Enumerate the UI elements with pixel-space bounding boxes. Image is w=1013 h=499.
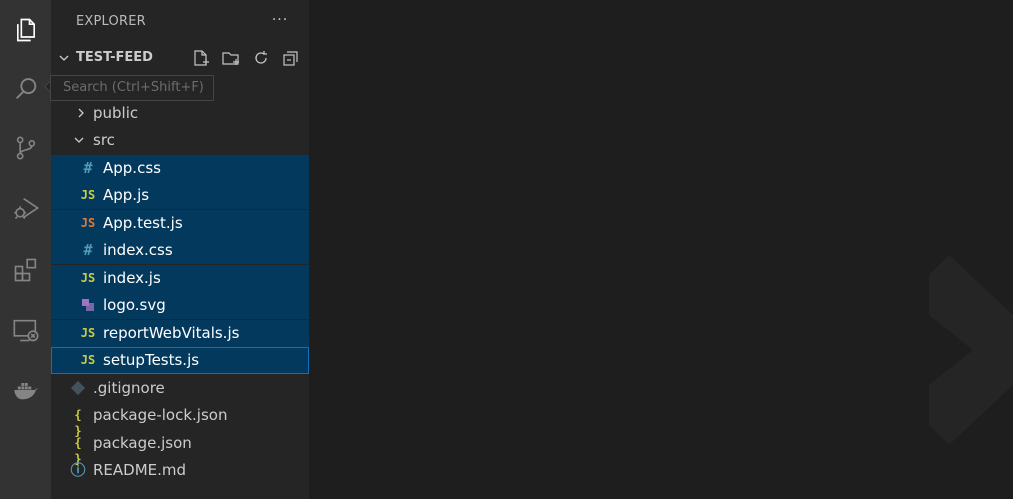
vscode-watermark-icon [929,255,1013,445]
editor-area[interactable] [309,0,1013,499]
tree-item-app-css[interactable]: # App.css [51,155,309,182]
extensions-icon[interactable] [0,246,51,294]
tree-item-label: package-lock.json [93,406,228,424]
tree-item-package-json[interactable]: { } package.json [51,430,309,466]
js-test-file-icon: JS [80,216,96,230]
json-file-icon: { } [74,408,82,438]
tree-item-label: index.js [103,269,161,287]
more-actions-label: ··· [271,12,289,28]
tree-item-index-js[interactable]: JS index.js [51,265,309,292]
json-file-icon: { } [74,436,82,466]
tree-item-label: index.css [103,241,173,259]
chevron-down-icon [74,137,84,143]
tree-item-label: src [93,131,115,149]
tree-item-label: package.json [93,434,192,452]
css-file-icon: # [83,241,93,259]
chevron-right-icon [78,108,84,118]
info-icon: ⓘ [70,461,86,479]
tree-item-setup-tests-js[interactable]: JS setupTests.js [51,347,309,374]
js-file-icon: JS [80,326,96,340]
tree-item-label: README.md [93,461,187,479]
tree-item-label: setupTests.js [103,351,200,369]
svg-file-icon [82,299,94,311]
tree-item-report-web-vitals-js[interactable]: JS reportWebVitals.js [51,320,309,347]
collapse-all-icon[interactable] [280,47,302,69]
tree-item-gitignore[interactable]: .gitignore [51,375,309,402]
chevron-down-icon [59,55,69,61]
tree-item-app-test-js[interactable]: JS App.test.js [51,210,309,237]
docker-icon[interactable] [0,366,51,414]
tree-item-logo-svg[interactable]: logo.svg [51,292,309,319]
tree-item-src[interactable]: src [51,127,309,154]
tree-item-label: logo.svg [103,296,166,314]
tree-item-app-js[interactable]: JS App.js [51,182,309,209]
css-file-icon: # [83,159,93,177]
js-file-icon: JS [80,353,96,367]
tree-item-label: .gitignore [93,379,165,397]
workspace-title: TEST-FEED [76,50,153,65]
tree-item-readme-md[interactable]: ⓘ README.md [51,457,309,484]
remote-explorer-icon[interactable] [0,306,51,354]
new-file-icon[interactable] [190,47,212,69]
js-file-icon: JS [80,188,96,202]
search-icon[interactable] [0,65,51,113]
explorer-icon[interactable] [0,6,51,54]
tree-item-package-lock-json[interactable]: { } package-lock.json [51,402,309,438]
tree-item-label: App.css [103,159,161,177]
new-folder-icon[interactable] [220,47,242,69]
tree-item-label: reportWebVitals.js [103,324,240,342]
tree-item-label: App.js [103,186,150,204]
js-file-icon: JS [80,271,96,285]
sidebar-title: EXPLORER [76,14,146,29]
more-actions-icon[interactable]: ··· [268,8,292,32]
refresh-icon[interactable] [250,47,272,69]
tree-item-label: public [93,104,139,122]
source-control-icon[interactable] [0,124,51,172]
tree-item-label: App.test.js [103,214,183,232]
tree-item-index-css[interactable]: # index.css [51,237,309,264]
git-file-icon [70,380,86,396]
tree-item-public[interactable]: public [51,100,309,127]
activity-bar [0,0,51,499]
run-debug-icon[interactable] [0,184,51,232]
search-tooltip: Search (Ctrl+Shift+F) [50,75,214,101]
workspace-section-header[interactable]: TEST-FEED [51,44,309,72]
